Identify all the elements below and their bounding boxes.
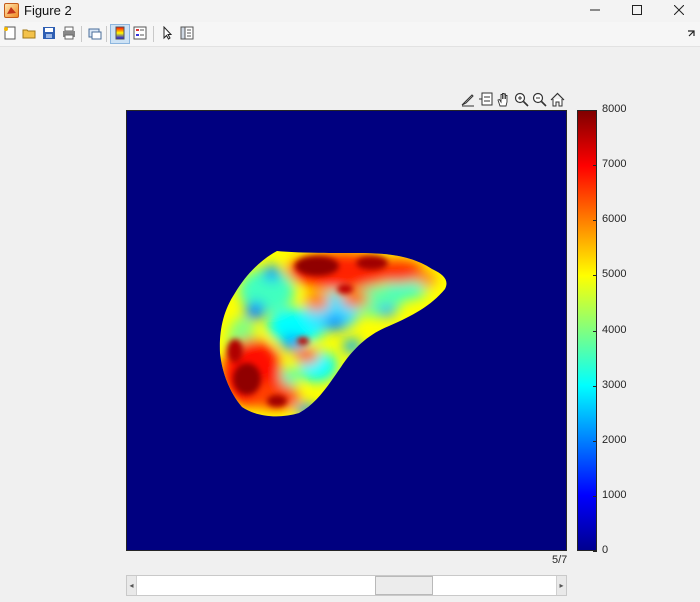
colorbar-tick-mark bbox=[593, 551, 597, 552]
brush-button[interactable] bbox=[459, 92, 476, 109]
toolbar-separator bbox=[81, 26, 82, 42]
image-axes[interactable] bbox=[126, 110, 567, 551]
colorbar-tick-label: 2000 bbox=[602, 433, 627, 446]
open-file-icon bbox=[22, 26, 36, 43]
brush-icon bbox=[460, 92, 475, 110]
minimize-button[interactable] bbox=[572, 0, 618, 22]
new-figure-icon bbox=[3, 26, 17, 43]
dock-figure-button[interactable] bbox=[684, 24, 698, 44]
close-button[interactable] bbox=[656, 0, 700, 22]
slider-right-arrow[interactable]: ▸ bbox=[557, 576, 566, 595]
colorbar-tick-label: 0 bbox=[602, 544, 609, 556]
zoom-out-icon bbox=[532, 92, 547, 110]
legend-icon bbox=[133, 26, 147, 43]
pan-button[interactable] bbox=[495, 92, 512, 109]
colorbar-tick-label: 6000 bbox=[602, 213, 627, 226]
minimize-icon bbox=[590, 4, 600, 18]
colorbar-tick-label: 7000 bbox=[602, 158, 627, 171]
colorbar-tick-label: 8000 bbox=[602, 103, 627, 115]
zoom-out-button[interactable] bbox=[531, 92, 548, 109]
colorbar-tick-mark bbox=[593, 441, 597, 442]
liver-heatmap-image bbox=[219, 251, 447, 417]
print-icon bbox=[62, 26, 76, 43]
home-icon bbox=[550, 92, 565, 110]
zoom-in-button[interactable] bbox=[513, 92, 530, 109]
edit-plot-pointer-icon bbox=[160, 25, 174, 43]
print-button[interactable] bbox=[59, 24, 79, 44]
colorbar-tick-label: 3000 bbox=[602, 378, 627, 391]
save-button[interactable] bbox=[39, 24, 59, 44]
link-plot-icon bbox=[88, 26, 102, 43]
window-title: Figure 2 bbox=[24, 3, 72, 18]
colorbar-tick-mark bbox=[593, 386, 597, 387]
matlab-figure-icon bbox=[4, 3, 19, 18]
dock-arrow-icon bbox=[686, 27, 696, 41]
colorbar-tick-mark bbox=[593, 165, 597, 166]
colorbar-tick-mark bbox=[593, 275, 597, 276]
colorbar-tick-mark bbox=[593, 110, 597, 111]
colorbar-icon bbox=[115, 26, 125, 43]
pan-hand-icon bbox=[496, 92, 511, 110]
slider-thumb[interactable] bbox=[375, 576, 433, 595]
zoom-in-icon bbox=[514, 92, 529, 110]
colorbar-tick-label: 1000 bbox=[602, 488, 627, 501]
link-plot-button[interactable] bbox=[85, 24, 105, 44]
insert-colorbar-button[interactable] bbox=[110, 24, 130, 44]
toolbar-separator bbox=[106, 26, 107, 42]
slice-slider[interactable]: ◂ ▸ bbox=[126, 575, 567, 596]
maximize-button[interactable] bbox=[614, 0, 660, 22]
colorbar-tick-mark bbox=[593, 496, 597, 497]
arrow-left-icon: ◂ bbox=[129, 581, 134, 590]
insert-legend-button[interactable] bbox=[130, 24, 150, 44]
slider-left-arrow[interactable]: ◂ bbox=[127, 576, 136, 595]
colorbar-tick-label: 5000 bbox=[602, 268, 627, 281]
colorbar-tick-mark bbox=[593, 220, 597, 221]
new-figure-button[interactable] bbox=[0, 24, 20, 44]
title-bar: Figure 2 bbox=[0, 0, 700, 22]
data-tips-button[interactable] bbox=[477, 92, 494, 109]
restore-view-button[interactable] bbox=[549, 92, 566, 109]
property-inspector-icon bbox=[180, 26, 194, 43]
close-icon bbox=[673, 4, 685, 18]
toolbar-separator bbox=[153, 26, 154, 42]
edit-plot-button[interactable] bbox=[157, 24, 177, 44]
maximize-icon bbox=[632, 4, 642, 18]
slider-track[interactable] bbox=[136, 576, 557, 595]
page-indicator: 5/7 bbox=[552, 554, 568, 566]
save-icon bbox=[42, 26, 56, 43]
property-inspector-button[interactable] bbox=[177, 24, 197, 44]
colorbar-tick-mark bbox=[593, 331, 597, 332]
figure-toolbar bbox=[0, 22, 700, 47]
data-tips-icon bbox=[478, 92, 493, 110]
arrow-right-icon: ▸ bbox=[559, 581, 564, 590]
open-file-button[interactable] bbox=[19, 24, 39, 44]
colorbar-tick-label: 4000 bbox=[602, 323, 627, 336]
